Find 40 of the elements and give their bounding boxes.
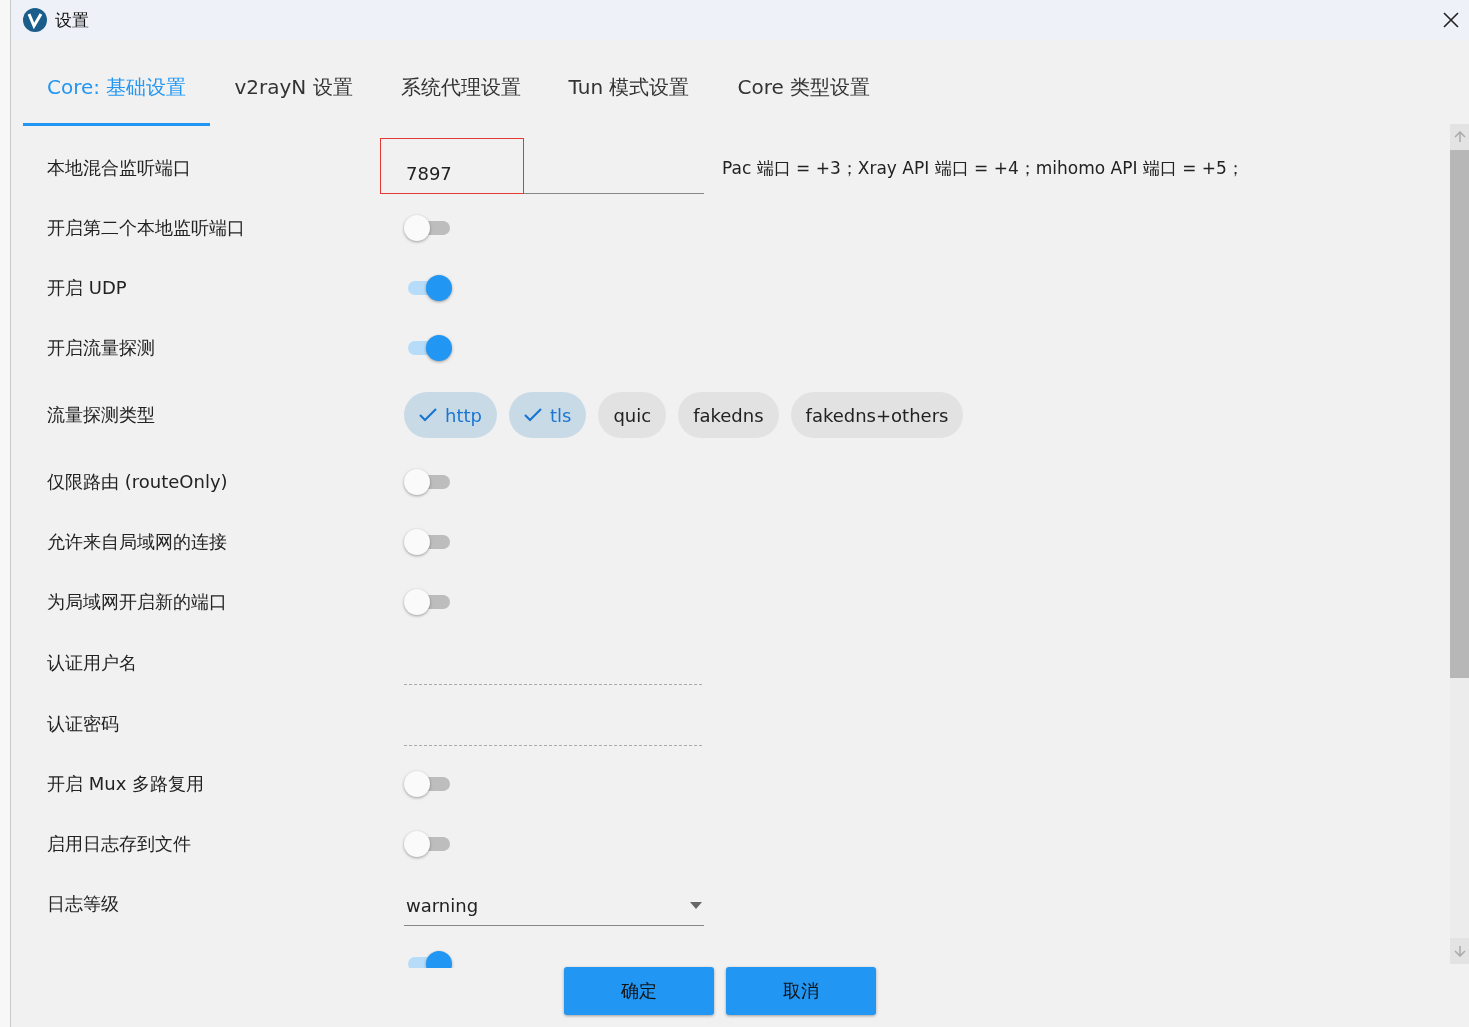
close-icon[interactable] (1442, 11, 1460, 29)
toggle-switch[interactable] (404, 588, 452, 616)
setting-label: 流量探测类型 (47, 403, 156, 427)
setting-label: 认证用户名 (47, 650, 138, 675)
filter-chip[interactable]: quic (598, 392, 667, 438)
tab[interactable]: Core 类型设置 (713, 40, 895, 126)
arrow-down-icon[interactable] (1453, 945, 1466, 957)
setting-label: 本地混合监听端口 (47, 156, 192, 180)
setting-label: 为局域网开启新的端口 (47, 590, 228, 614)
port-hint: Pac 端口 = +3；Xray API 端口 = +4；mihomo API 端口 = +5； (722, 156, 1244, 180)
setting-label: 开启 UDP (47, 276, 128, 300)
tab[interactable]: 系统代理设置 (376, 40, 545, 126)
setting-label: 开启 Mux 多路复用 (47, 772, 206, 796)
filter-chip[interactable]: fakedns+others (790, 392, 964, 438)
toggle-switch[interactable] (404, 214, 452, 242)
port-input[interactable]: 7897 (404, 154, 704, 194)
app-logo-icon (23, 8, 47, 32)
toggle-switch[interactable] (404, 528, 452, 556)
tab[interactable]: v2rayN 设置 (210, 40, 377, 126)
check-icon (523, 408, 542, 422)
toggle-switch[interactable] (404, 468, 452, 496)
setting-label: 启用日志存到文件 (47, 832, 192, 856)
filter-chip[interactable]: fakedns (678, 392, 779, 438)
setting-label: 日志等级 (47, 892, 120, 916)
arrow-up-icon[interactable] (1453, 131, 1466, 143)
setting-label: 允许来自局域网的连接 (47, 530, 228, 554)
scrollbar[interactable] (1450, 124, 1469, 964)
toggle-switch[interactable] (404, 830, 452, 858)
dropdown[interactable]: warning (404, 886, 704, 926)
setting-label: 仅限路由 (routeOnly) (47, 470, 229, 494)
window-title: 设置 (55, 8, 90, 32)
setting-label: 认证密码 (47, 711, 120, 736)
dialog-button[interactable]: 确定 (564, 967, 714, 1015)
dropdown-caret-icon (690, 902, 702, 909)
setting-label: 开启第二个本地监听端口 (47, 216, 246, 240)
setting-label: 开启流量探测 (47, 336, 156, 360)
dialog-button[interactable]: 取消 (726, 967, 876, 1015)
tab[interactable]: Tun 模式设置 (544, 40, 714, 126)
toggle-switch[interactable] (404, 770, 452, 798)
check-icon (419, 408, 437, 422)
